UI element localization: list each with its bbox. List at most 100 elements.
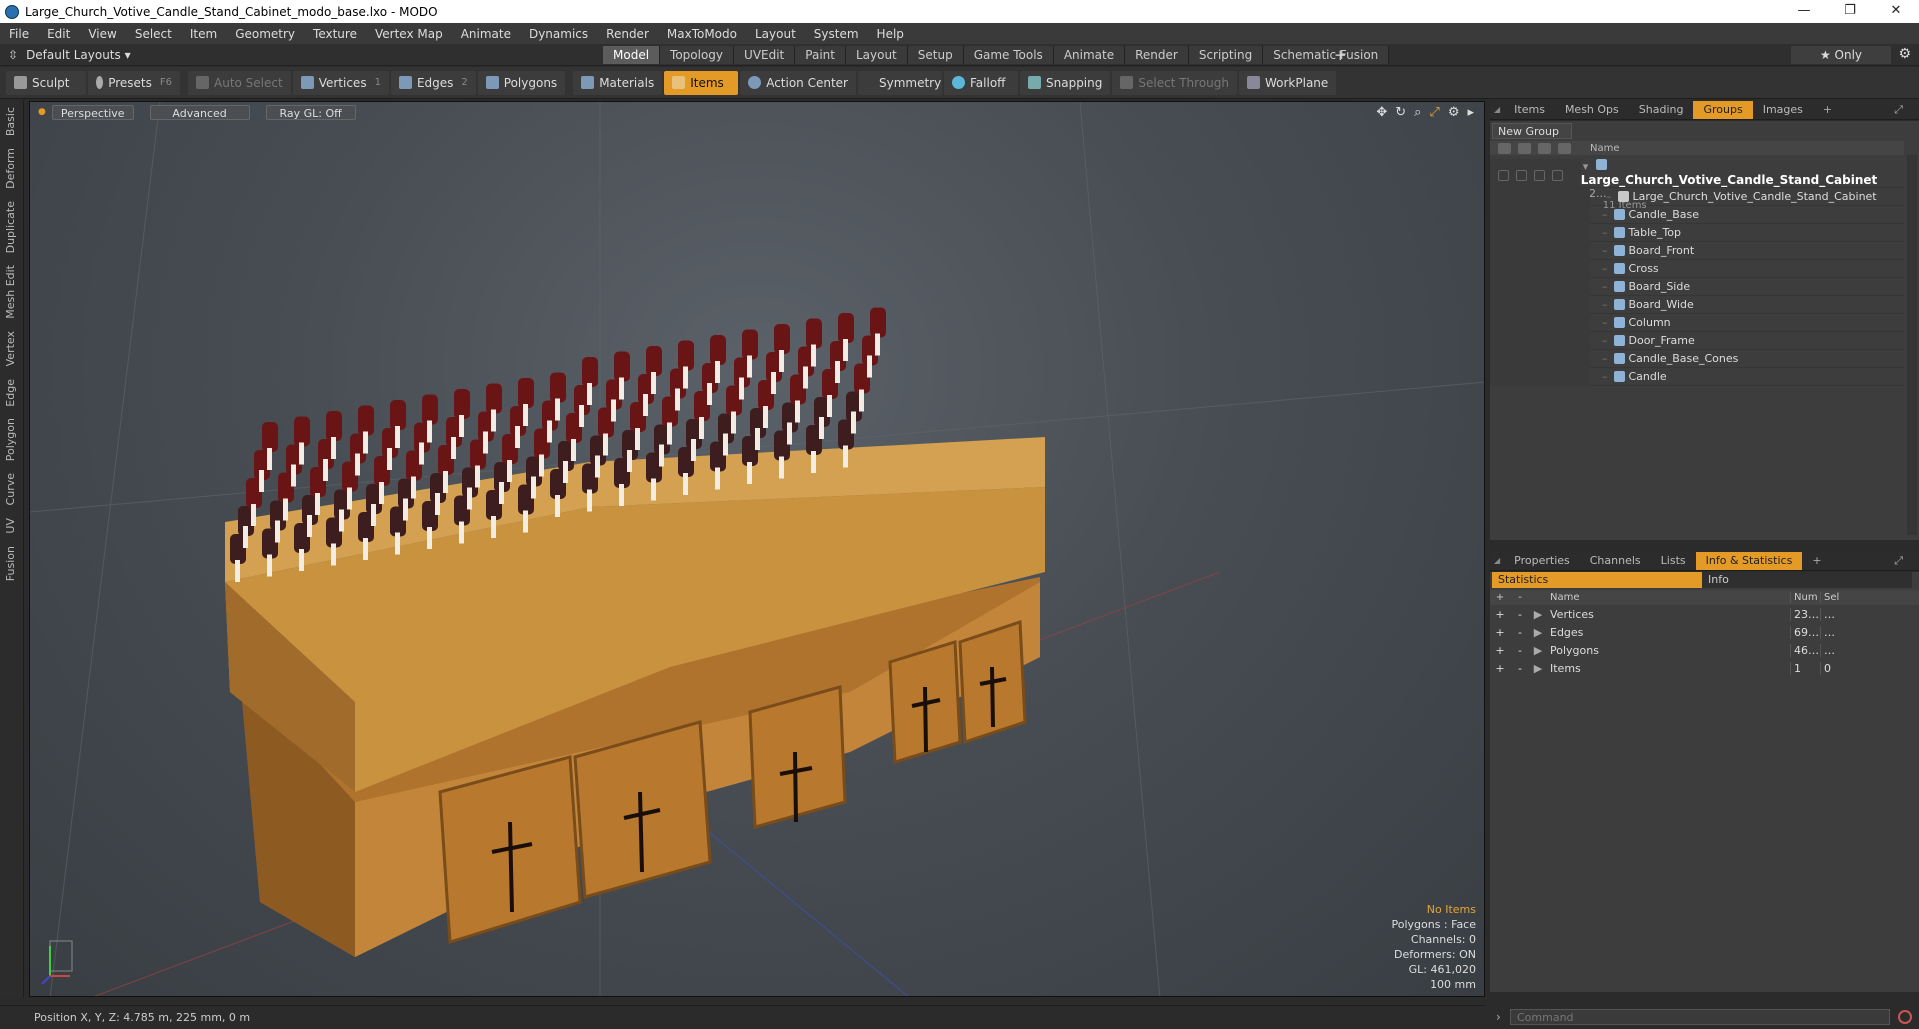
menu-item-select[interactable]: Select [126,27,181,41]
groups-tab-items[interactable]: Items [1504,101,1555,119]
collapse-minus-icon[interactable]: - [1510,608,1530,621]
layout-tab-schematic-fusion[interactable]: Schematic Fusion [1263,45,1390,64]
layout-tab-layout[interactable]: Layout [845,45,908,64]
left-tab-uv[interactable]: UV [0,513,21,539]
menu-item-animate[interactable]: Animate [452,27,520,41]
select-column-icon[interactable] [1558,142,1571,154]
eye-column-icon[interactable] [1498,142,1511,154]
menu-item-help[interactable]: Help [868,27,913,41]
props-tab-channels[interactable]: Channels [1580,552,1651,570]
eye-icon[interactable] [1498,169,1509,181]
list-item[interactable]: – Table_Top [1490,223,1904,242]
layout-tab-model[interactable]: Model [603,45,661,64]
expand-plus-icon[interactable]: + [1490,626,1510,639]
expand-plus-icon[interactable]: + [1490,662,1510,675]
action-center-button[interactable]: Action Center [740,70,856,95]
list-item[interactable]: – Board_Side [1490,277,1904,296]
collapse-minus-icon[interactable]: - [1510,662,1530,675]
name-header[interactable]: Name [1546,592,1790,603]
list-item[interactable]: – Candle_Base_Cones [1490,349,1904,368]
left-tab-edge[interactable]: Edge [0,374,21,412]
groups-expand-icon[interactable]: ⤢ [1884,101,1913,119]
zoom-view-icon[interactable]: ⌕ [1414,105,1421,120]
left-tab-fusion[interactable]: Fusion [0,541,21,586]
group-row[interactable]: ▾ Large_Church_Votive_Candle_Stand_Cabin… [1490,156,1904,211]
menu-item-file[interactable]: File [0,27,38,41]
fit-view-icon[interactable]: ⤢ [1429,105,1439,120]
gear-icon[interactable]: ⚙ [1898,46,1911,62]
view-settings-gear-icon[interactable]: ⚙ [1448,105,1460,120]
left-tab-mesh-edit[interactable]: Mesh Edit [0,260,21,324]
record-macro-icon[interactable] [1898,1010,1912,1024]
layout-preset-dropdown[interactable]: Default Layouts ▾ [26,48,131,62]
layout-arrow-icon[interactable]: ⇳ [0,48,26,62]
table-row[interactable]: + - ▶ Vertices 23…… [1490,605,1919,623]
list-item[interactable]: – Candle [1490,367,1904,386]
props-panel-menu-icon[interactable]: ◢ [1490,552,1504,570]
collapse-minus-icon[interactable]: - [1510,626,1530,639]
symmetry-button[interactable]: Symmetry [858,70,942,95]
sel-header[interactable]: Sel [1820,592,1850,603]
left-tab-vertex[interactable]: Vertex [0,326,21,371]
row-arrow-icon[interactable]: ▶ [1530,662,1546,675]
list-item[interactable]: – Cross [1490,259,1904,278]
left-tab-curve[interactable]: Curve [0,468,21,510]
only-toggle[interactable]: ★ Only [1791,46,1891,64]
groups-tab-images[interactable]: Images [1753,101,1813,119]
expand-arrow-icon[interactable]: ▸ [1467,105,1474,120]
expand-plus-icon[interactable]: + [1490,644,1510,657]
row-arrow-icon[interactable]: ▶ [1530,644,1546,657]
render-column-icon[interactable] [1518,142,1531,154]
presets-button[interactable]: Presets F6 [88,70,180,95]
rotate-view-icon[interactable]: ↻ [1395,105,1406,120]
menu-item-edit[interactable]: Edit [38,27,79,41]
left-tab-polygon[interactable]: Polygon [0,413,21,466]
groups-tab-shading[interactable]: Shading [1629,101,1694,119]
table-row[interactable]: + - ▶ Polygons 46…… [1490,641,1919,659]
3d-viewport[interactable]: ● Perspective Advanced Ray GL: Off ✥ ↻ ⌕… [29,101,1485,997]
workplane-button[interactable]: WorkPlane [1238,70,1337,95]
expand-plus-icon[interactable]: + [1490,608,1510,621]
row-arrow-icon[interactable]: ▶ [1530,608,1546,621]
groups-scrollbar[interactable] [1907,155,1917,535]
viewport-menu-dot[interactable]: ● [38,107,46,117]
perspective-view-button[interactable]: Perspective [51,104,134,120]
move-view-icon[interactable]: ✥ [1376,105,1387,120]
groups-panel-menu-icon[interactable]: ◢ [1490,101,1504,119]
menu-item-layout[interactable]: Layout [746,27,805,41]
menu-item-vertex-map[interactable]: Vertex Map [366,27,452,41]
menu-item-texture[interactable]: Texture [304,27,366,41]
minimize-button[interactable]: — [1781,0,1827,23]
menu-item-item[interactable]: Item [181,27,226,41]
menu-item-dynamics[interactable]: Dynamics [520,27,597,41]
layout-tab-scripting[interactable]: Scripting [1188,45,1264,64]
command-input[interactable] [1510,1009,1890,1025]
menu-item-render[interactable]: Render [597,27,658,41]
list-item[interactable]: – Door_Frame [1490,331,1904,350]
layout-tab-animate[interactable]: Animate [1053,45,1126,64]
layout-tab-setup[interactable]: Setup [907,45,964,64]
materials-button[interactable]: Materials [573,70,663,95]
shading-mode-button[interactable]: Advanced [149,104,250,120]
props-add-tab-icon[interactable]: + [1802,552,1831,570]
restore-button[interactable]: ❐ [1827,0,1873,23]
list-item[interactable]: – Board_Wide [1490,295,1904,314]
auto-select-button[interactable]: Auto Select [188,70,291,95]
table-row[interactable]: + - ▶ Edges 69…… [1490,623,1919,641]
select-through-button[interactable]: Select Through [1112,70,1237,95]
vertices-button[interactable]: Vertices 1 [292,70,389,95]
props-tab-info-statistics[interactable]: Info & Statistics [1695,551,1803,570]
left-tab-basic[interactable]: Basic [0,102,21,141]
layout-tab-game-tools[interactable]: Game Tools [963,45,1054,64]
close-button[interactable]: ✕ [1873,0,1919,23]
left-tab-duplicate[interactable]: Duplicate [0,196,21,258]
items-button[interactable]: Items [664,70,739,95]
props-tab-lists[interactable]: Lists [1651,552,1696,570]
lock-column-icon[interactable] [1538,142,1551,154]
select-icon[interactable] [1552,169,1563,181]
raygl-button[interactable]: Ray GL: Off [265,104,356,120]
edges-button[interactable]: Edges 2 [390,70,476,95]
new-group-button[interactable]: New Group [1492,123,1572,139]
left-tab-deform[interactable]: Deform [0,143,21,194]
name-column-header[interactable]: Name [1590,143,1620,154]
